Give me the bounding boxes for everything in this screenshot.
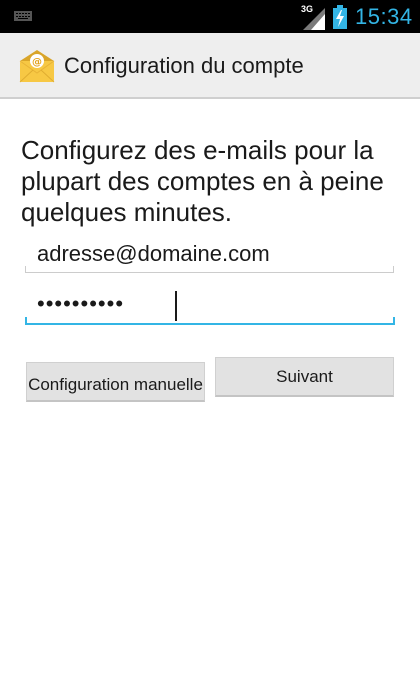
text-cursor xyxy=(175,291,177,321)
email-field[interactable] xyxy=(25,235,394,273)
svg-text:@: @ xyxy=(32,57,42,68)
keyboard-icon xyxy=(14,11,32,21)
password-field[interactable]: •••••••••• xyxy=(25,285,395,325)
status-clock: 15:34 xyxy=(355,4,413,29)
password-field-underline xyxy=(25,323,395,325)
intro-text: Configurez des e-mails pour la plupart d… xyxy=(21,135,384,227)
email-field-edge xyxy=(25,266,26,273)
email-field-edge xyxy=(393,266,394,273)
signal-icon: 3G xyxy=(301,4,325,30)
page-title: Configuration du compte xyxy=(64,53,304,78)
password-mask: •••••••••• xyxy=(37,291,125,316)
action-bar: @ Configuration du compte xyxy=(0,33,420,99)
email-icon[interactable]: @ xyxy=(18,49,56,83)
battery-charging-icon xyxy=(333,5,347,29)
next-button[interactable]: Suivant xyxy=(215,357,394,397)
status-bar: 3G 15:34 xyxy=(0,0,420,33)
manual-setup-button[interactable]: Configuration manuelle xyxy=(26,362,205,402)
